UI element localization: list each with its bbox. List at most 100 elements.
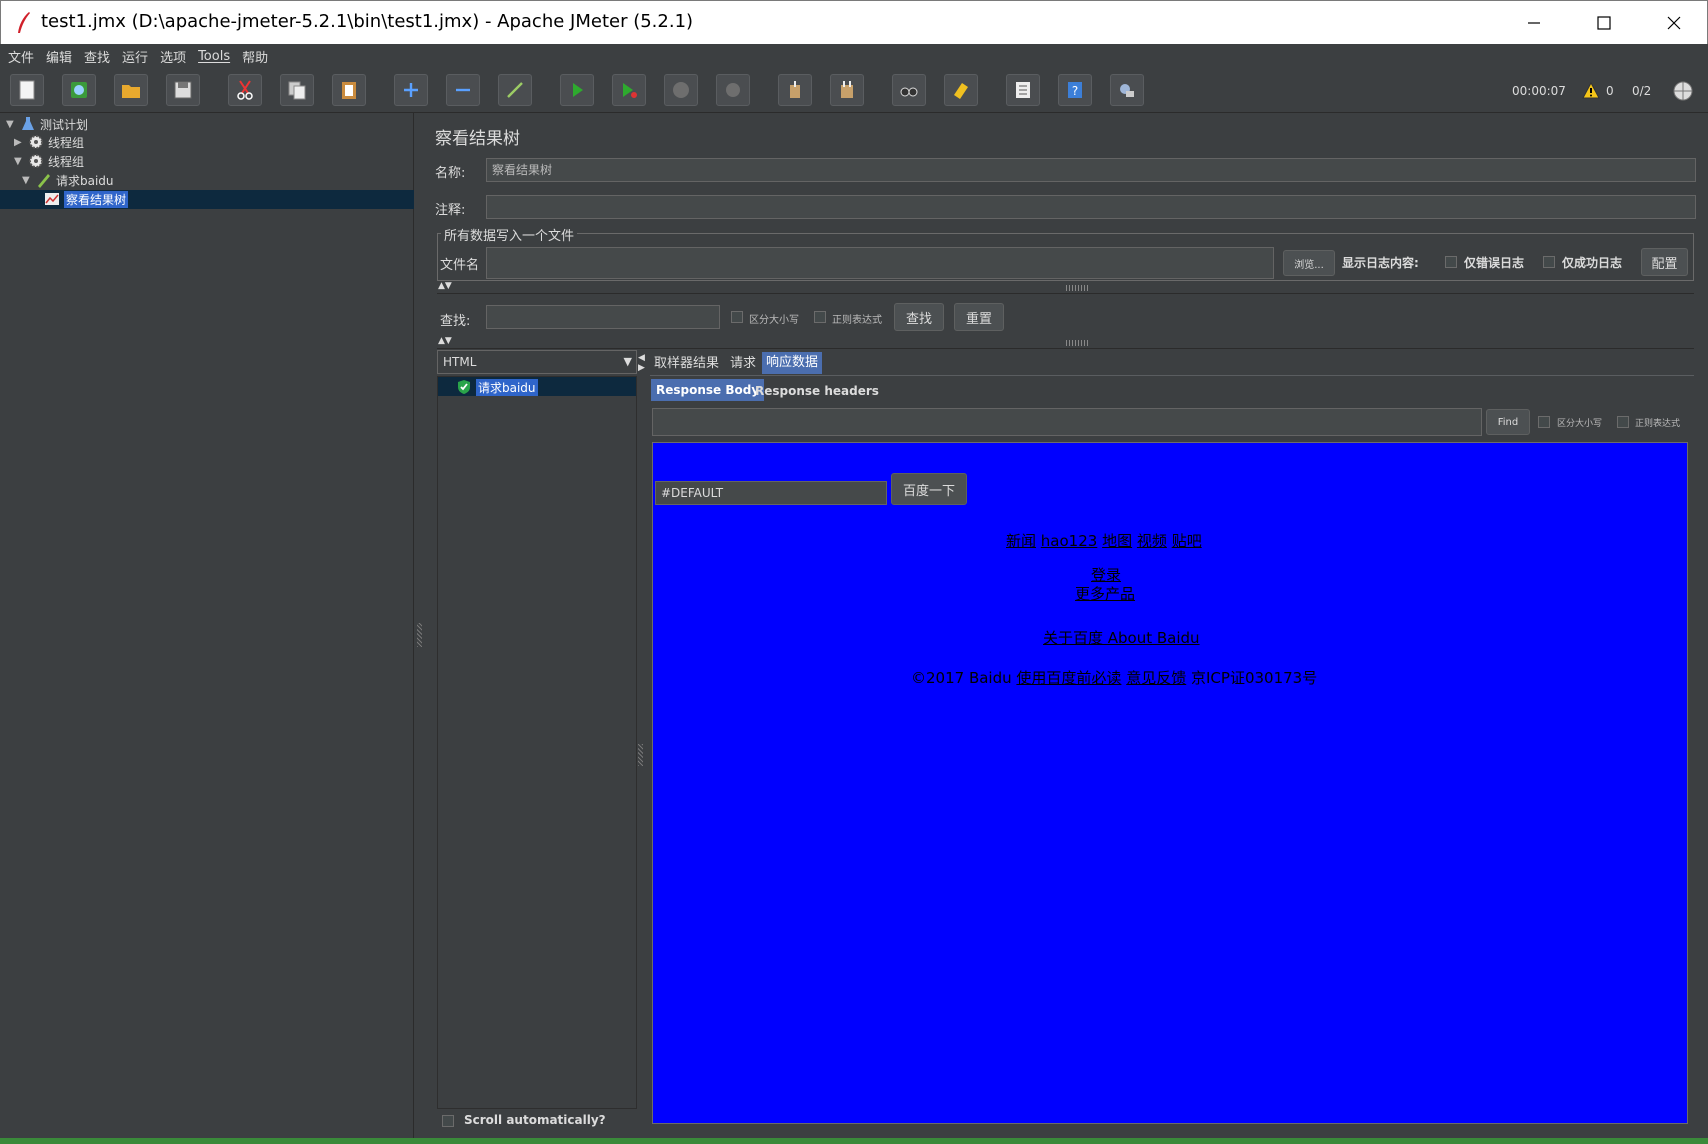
maximize-button[interactable] xyxy=(1569,1,1639,45)
tab-response-data[interactable]: 响应数据 xyxy=(762,352,823,374)
scroll-auto-checkbox[interactable] xyxy=(442,1115,454,1127)
clipboard-icon xyxy=(342,82,356,99)
menu-file[interactable]: 文件 xyxy=(8,47,34,66)
link-hao123[interactable]: hao123 xyxy=(1041,532,1098,550)
save-button[interactable] xyxy=(166,74,200,106)
binoculars-icon xyxy=(900,87,918,97)
function-helper-button[interactable] xyxy=(1006,74,1040,106)
stop-button[interactable] xyxy=(664,74,698,106)
tree-item-view-results-tree[interactable]: 察看结果树 xyxy=(44,190,129,208)
find-regex-checkbox[interactable] xyxy=(1617,416,1629,428)
paste-button[interactable] xyxy=(332,74,366,106)
reset-search-button[interactable] xyxy=(944,74,978,106)
new-button[interactable] xyxy=(10,74,44,106)
reset-button[interactable]: 重置 xyxy=(954,303,1004,331)
menu-search[interactable]: 查找 xyxy=(84,47,110,66)
play-icon xyxy=(573,83,583,97)
copy-button[interactable] xyxy=(280,74,314,106)
find-case-label: 区分大小写 xyxy=(1557,419,1603,429)
tree-item-request-baidu[interactable]: ▼ 请求baidu xyxy=(22,171,114,189)
toggle-button[interactable] xyxy=(498,74,532,106)
warning-icon[interactable] xyxy=(1582,82,1600,100)
collapsed-arrow-icon[interactable]: ▶ xyxy=(14,137,24,148)
templates-button[interactable] xyxy=(62,74,96,106)
tree-item-thread-group-2[interactable]: ▼ 线程组 xyxy=(14,152,84,170)
collapse-all-button[interactable] xyxy=(446,74,480,106)
tree-item-test-plan[interactable]: ▼ 测试计划 xyxy=(6,115,88,133)
menu-run[interactable]: 运行 xyxy=(122,47,148,66)
link-tieba[interactable]: 贴吧 xyxy=(1172,532,1202,550)
tab-response-headers[interactable]: Response headers xyxy=(750,380,884,402)
filename-field[interactable] xyxy=(486,247,1274,279)
wand-icon xyxy=(507,82,523,98)
start-no-pauses-button[interactable] xyxy=(612,74,646,106)
search-button[interactable]: 查找 xyxy=(894,303,944,331)
expanded-arrow-icon[interactable]: ▼ xyxy=(22,175,32,186)
preview-links-row: 新闻 hao123 地图 视频 贴吧 xyxy=(1006,530,1202,551)
regex-checkbox[interactable] xyxy=(814,311,826,323)
tab-request[interactable]: 请求 xyxy=(726,353,760,375)
warning-count: 0 xyxy=(1606,84,1614,98)
expanded-arrow-icon[interactable]: ▼ xyxy=(6,119,16,130)
find-field[interactable] xyxy=(652,408,1482,436)
link-terms[interactable]: 使用百度前必读 xyxy=(1016,669,1121,687)
tree-item-label: 请求baidu xyxy=(56,173,114,188)
tree-splitter[interactable] xyxy=(414,113,426,1138)
minimize-button[interactable] xyxy=(1499,1,1569,45)
expand-all-button[interactable] xyxy=(394,74,428,106)
result-item-request-baidu[interactable]: 请求baidu xyxy=(456,378,538,396)
tree-item-thread-group-1[interactable]: ▶ 线程组 xyxy=(14,133,84,151)
renderer-select[interactable]: HTML ▼ xyxy=(437,350,637,374)
split-grip-icon[interactable] xyxy=(1066,340,1088,346)
remote-button[interactable] xyxy=(1110,74,1144,106)
expanded-arrow-icon[interactable]: ▼ xyxy=(14,156,24,167)
browse-button[interactable]: 浏览... xyxy=(1283,250,1335,276)
cut-button[interactable] xyxy=(228,74,262,106)
success-only-checkbox[interactable] xyxy=(1543,256,1555,268)
link-about-baidu[interactable]: 关于百度 About Baidu xyxy=(1043,629,1200,647)
filename-label: 文件名 xyxy=(440,258,480,273)
link-map[interactable]: 地图 xyxy=(1102,532,1132,550)
comment-field[interactable] xyxy=(486,195,1696,219)
menu-tools[interactable]: Tools xyxy=(198,49,230,64)
link-feedback[interactable]: 意见反馈 xyxy=(1126,669,1186,687)
menu-options[interactable]: 选项 xyxy=(160,47,186,66)
search-field[interactable] xyxy=(486,305,720,329)
preview-search-input[interactable]: #DEFAULT xyxy=(655,481,887,505)
remote-icon xyxy=(1120,84,1134,97)
find-button[interactable]: Find xyxy=(1486,409,1530,435)
menu-help[interactable]: 帮助 xyxy=(242,47,268,66)
result-item-label: 请求baidu xyxy=(476,378,538,396)
result-splitter[interactable] xyxy=(638,744,643,766)
errors-only-checkbox[interactable] xyxy=(1445,256,1457,268)
preview-submit-button[interactable]: 百度一下 xyxy=(891,473,967,505)
case-sensitive-checkbox[interactable] xyxy=(731,311,743,323)
case-sensitive-label: 区分大小写 xyxy=(749,315,799,326)
plus-icon xyxy=(404,83,418,97)
start-button[interactable] xyxy=(560,74,594,106)
clear-all-button[interactable] xyxy=(830,74,864,106)
help-button[interactable]: ? xyxy=(1058,74,1092,106)
tab-sampler-result[interactable]: 取样器结果 xyxy=(650,353,723,375)
open-button[interactable] xyxy=(114,74,148,106)
search-button[interactable] xyxy=(892,74,926,106)
link-news[interactable]: 新闻 xyxy=(1006,532,1036,550)
split-grip-icon[interactable] xyxy=(1066,285,1088,291)
name-field[interactable]: 察看结果树 xyxy=(486,158,1696,182)
clear-button[interactable] xyxy=(778,74,812,106)
splitter-arrows-icon[interactable]: ◀ ▶ xyxy=(638,353,645,373)
search-label: 查找: xyxy=(440,314,471,329)
collapse-arrows-icon[interactable]: ▲▼ xyxy=(438,281,452,291)
shutdown-button[interactable] xyxy=(716,74,750,106)
link-login[interactable]: 登录 xyxy=(1091,566,1121,584)
collapse-arrows-icon[interactable]: ▲▼ xyxy=(438,336,452,346)
configure-button[interactable]: 配置 xyxy=(1641,248,1688,276)
taskbar-strip xyxy=(0,1138,1708,1144)
link-more-products[interactable]: 更多产品 xyxy=(1075,585,1135,603)
tab-response-body[interactable]: Response Body xyxy=(651,379,765,401)
link-video[interactable]: 视频 xyxy=(1137,532,1167,550)
remote-globe-icon[interactable] xyxy=(1672,80,1694,102)
close-button[interactable] xyxy=(1639,1,1708,45)
find-case-checkbox[interactable] xyxy=(1538,416,1550,428)
menu-edit[interactable]: 编辑 xyxy=(46,47,72,66)
